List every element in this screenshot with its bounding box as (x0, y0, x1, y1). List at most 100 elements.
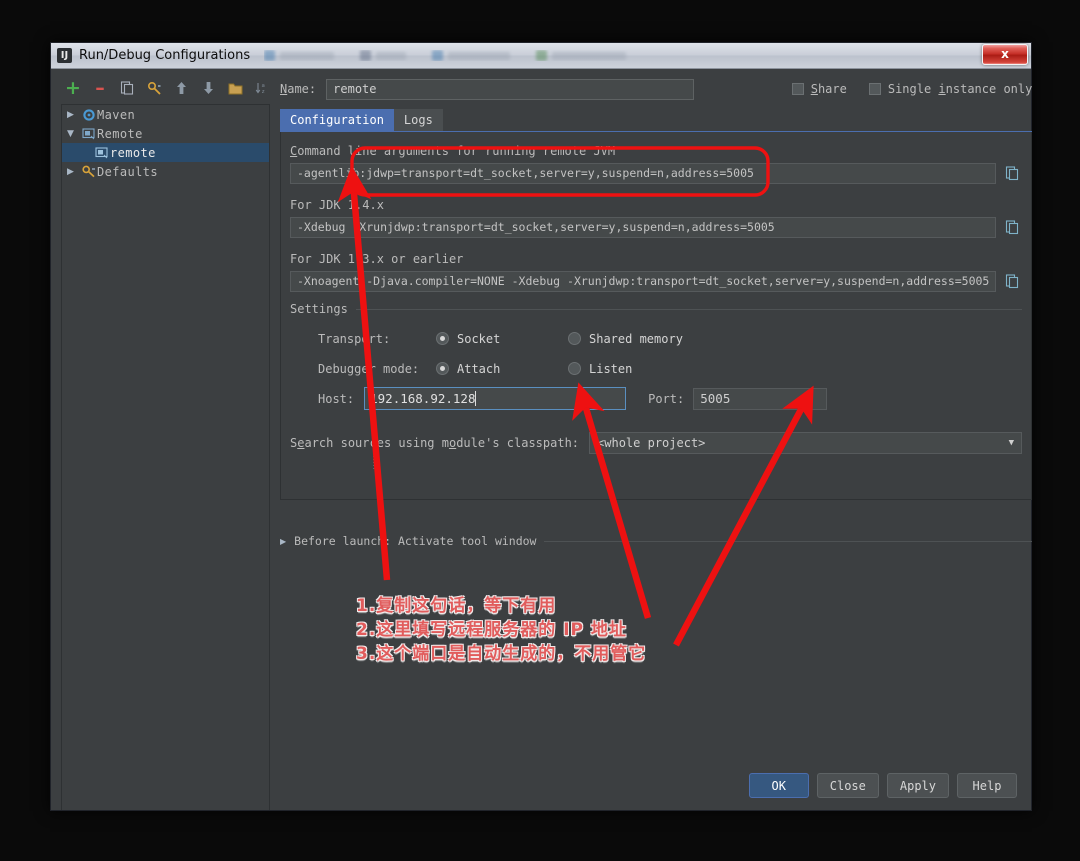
chevron-down-icon[interactable]: ▼ (1001, 433, 1021, 453)
share-label: Share (811, 82, 847, 96)
chevron-right-icon[interactable]: ▶ (67, 167, 80, 177)
window-title: Run/Debug Configurations (79, 48, 250, 63)
debugger-mode-attach-radio[interactable]: Attach (436, 362, 568, 376)
move-up-button[interactable] (173, 80, 189, 96)
host-label: Host: (318, 392, 354, 406)
transport-socket-radio[interactable]: Socket (436, 332, 568, 346)
tree-item-maven[interactable]: ▶ Maven (62, 105, 269, 124)
remote-icon (80, 128, 97, 140)
tab-logs[interactable]: Logs (394, 109, 443, 131)
configuration-editor-panel: Name: remote Share Single instance only (270, 70, 1046, 810)
remove-button[interactable]: – (92, 80, 108, 96)
screenshot-root: IJ Run/Debug Configurations x + – (0, 0, 1080, 861)
jdk14-row: -Xdebug -Xrunjdwp:transport=dt_socket,se… (290, 217, 1022, 238)
cmdline-row: -agentlib:jdwp=transport=dt_socket,serve… (290, 163, 1022, 184)
svg-text:z: z (262, 89, 265, 95)
radio-dot[interactable] (436, 332, 449, 345)
close-button[interactable]: Close (817, 773, 879, 798)
cmdline-input[interactable]: -agentlib:jdwp=transport=dt_socket,serve… (290, 163, 996, 184)
copy-configuration-button[interactable] (119, 80, 135, 96)
tree-item-defaults[interactable]: ▶ Defaults (62, 162, 269, 181)
jdk13-label: For JDK 1.3.x or earlier (290, 252, 1022, 266)
tree-item-remote[interactable]: remote (62, 143, 269, 162)
radio-label: Listen (589, 362, 632, 376)
debugger-mode-label: Debugger mode: (318, 362, 436, 376)
splitter-handle[interactable] (373, 441, 378, 471)
divider (544, 541, 1032, 542)
divider (356, 309, 1023, 310)
search-sources-row: Search sources using module's classpath:… (290, 432, 1022, 454)
transport-label: Transport: (318, 332, 436, 346)
checkbox-box[interactable] (792, 83, 804, 95)
apply-button[interactable]: Apply (887, 773, 949, 798)
debugger-mode-row: Debugger mode: Attach Listen (290, 356, 1022, 381)
search-sources-value: <whole project> (597, 436, 705, 450)
background-window-tabs (264, 50, 1031, 61)
run-debug-configurations-dialog: IJ Run/Debug Configurations x + – (50, 42, 1032, 811)
annotation-line-3: 3.这个端口是自动生成的，不用管它 (356, 639, 646, 664)
window-title-bar[interactable]: IJ Run/Debug Configurations x (51, 43, 1031, 69)
configurations-toolbar: + – (61, 76, 270, 100)
tree-item-label: Defaults (97, 165, 158, 179)
chevron-right-icon[interactable]: ▶ (67, 110, 80, 120)
name-row-checkboxes: Share Single instance only (792, 82, 1033, 96)
transport-shared-memory-radio[interactable]: Shared memory (568, 332, 683, 346)
name-row: Name: remote Share Single instance only (280, 78, 1032, 100)
search-sources-label: Search sources using module's classpath: (290, 436, 579, 450)
tree-item-label: remote (110, 146, 156, 160)
radio-dot[interactable] (568, 362, 581, 375)
add-button[interactable]: + (65, 80, 81, 96)
share-checkbox[interactable]: Share (792, 82, 847, 96)
ok-button[interactable]: OK (749, 773, 809, 798)
save-configuration-button[interactable] (146, 80, 162, 96)
debugger-mode-listen-radio[interactable]: Listen (568, 362, 632, 376)
jdk13-row: -Xnoagent -Djava.compiler=NONE -Xdebug -… (290, 271, 1022, 292)
copy-icon[interactable] (1003, 218, 1022, 237)
before-launch-section[interactable]: ▶ Before launch: Activate tool window (280, 534, 1032, 548)
settings-label: Settings (290, 302, 348, 316)
host-input[interactable]: 192.168.92.128 (364, 387, 626, 410)
help-button[interactable]: Help (957, 773, 1017, 798)
radio-dot[interactable] (568, 332, 581, 345)
chevron-down-icon[interactable]: ▼ (67, 129, 80, 139)
tree-item-remote-group[interactable]: ▼ Remote (62, 124, 269, 143)
tree-item-label: Maven (97, 108, 135, 122)
host-port-row: Host: 192.168.92.128 Port: 5005 (290, 387, 1022, 410)
copy-icon[interactable] (1003, 272, 1022, 291)
jdk14-label: For JDK 1.4.x (290, 198, 1022, 212)
before-launch-label: Before launch: Activate tool window (294, 534, 536, 548)
cmdline-label: Command line arguments for running remot… (290, 144, 1022, 158)
configurations-panel: + – (51, 70, 270, 810)
port-label: Port: (648, 392, 684, 406)
chevron-right-icon[interactable]: ▶ (280, 537, 286, 546)
remote-icon (93, 147, 110, 159)
editor-tabs: Configuration Logs (280, 109, 1032, 131)
annotation-line-1: 1.复制这句话，等下有用 (356, 591, 556, 616)
defaults-icon (80, 165, 97, 178)
dialog-body: + – (51, 70, 1031, 810)
jdk13-input[interactable]: -Xnoagent -Djava.compiler=NONE -Xdebug -… (290, 271, 996, 292)
host-input-value: 192.168.92.128 (370, 391, 475, 406)
move-down-button[interactable] (200, 80, 216, 96)
tab-configuration[interactable]: Configuration (280, 109, 394, 131)
intellij-idea-icon: IJ (57, 48, 72, 63)
configuration-tab-content: Command line arguments for running remot… (280, 132, 1032, 500)
port-input[interactable]: 5005 (693, 388, 827, 410)
radio-dot[interactable] (436, 362, 449, 375)
annotation-line-2: 2.这里填写远程服务器的 IP 地址 (356, 615, 627, 640)
name-input[interactable]: remote (326, 79, 694, 100)
checkbox-box[interactable] (869, 83, 881, 95)
dialog-footer: OK Close Apply Help (749, 773, 1017, 798)
settings-section-header: Settings (290, 302, 1022, 316)
radio-label: Attach (457, 362, 500, 376)
sort-configurations-button[interactable]: a z (254, 80, 270, 96)
radio-label: Shared memory (589, 332, 683, 346)
radio-label: Socket (457, 332, 500, 346)
create-folder-button[interactable] (227, 80, 243, 96)
search-sources-select[interactable]: <whole project> ▼ (589, 432, 1022, 454)
close-window-button[interactable]: x (982, 44, 1028, 65)
configurations-tree[interactable]: ▶ Maven ▼ (61, 104, 270, 810)
single-instance-checkbox[interactable]: Single instance only (869, 82, 1033, 96)
jdk14-input[interactable]: -Xdebug -Xrunjdwp:transport=dt_socket,se… (290, 217, 996, 238)
copy-icon[interactable] (1003, 164, 1022, 183)
